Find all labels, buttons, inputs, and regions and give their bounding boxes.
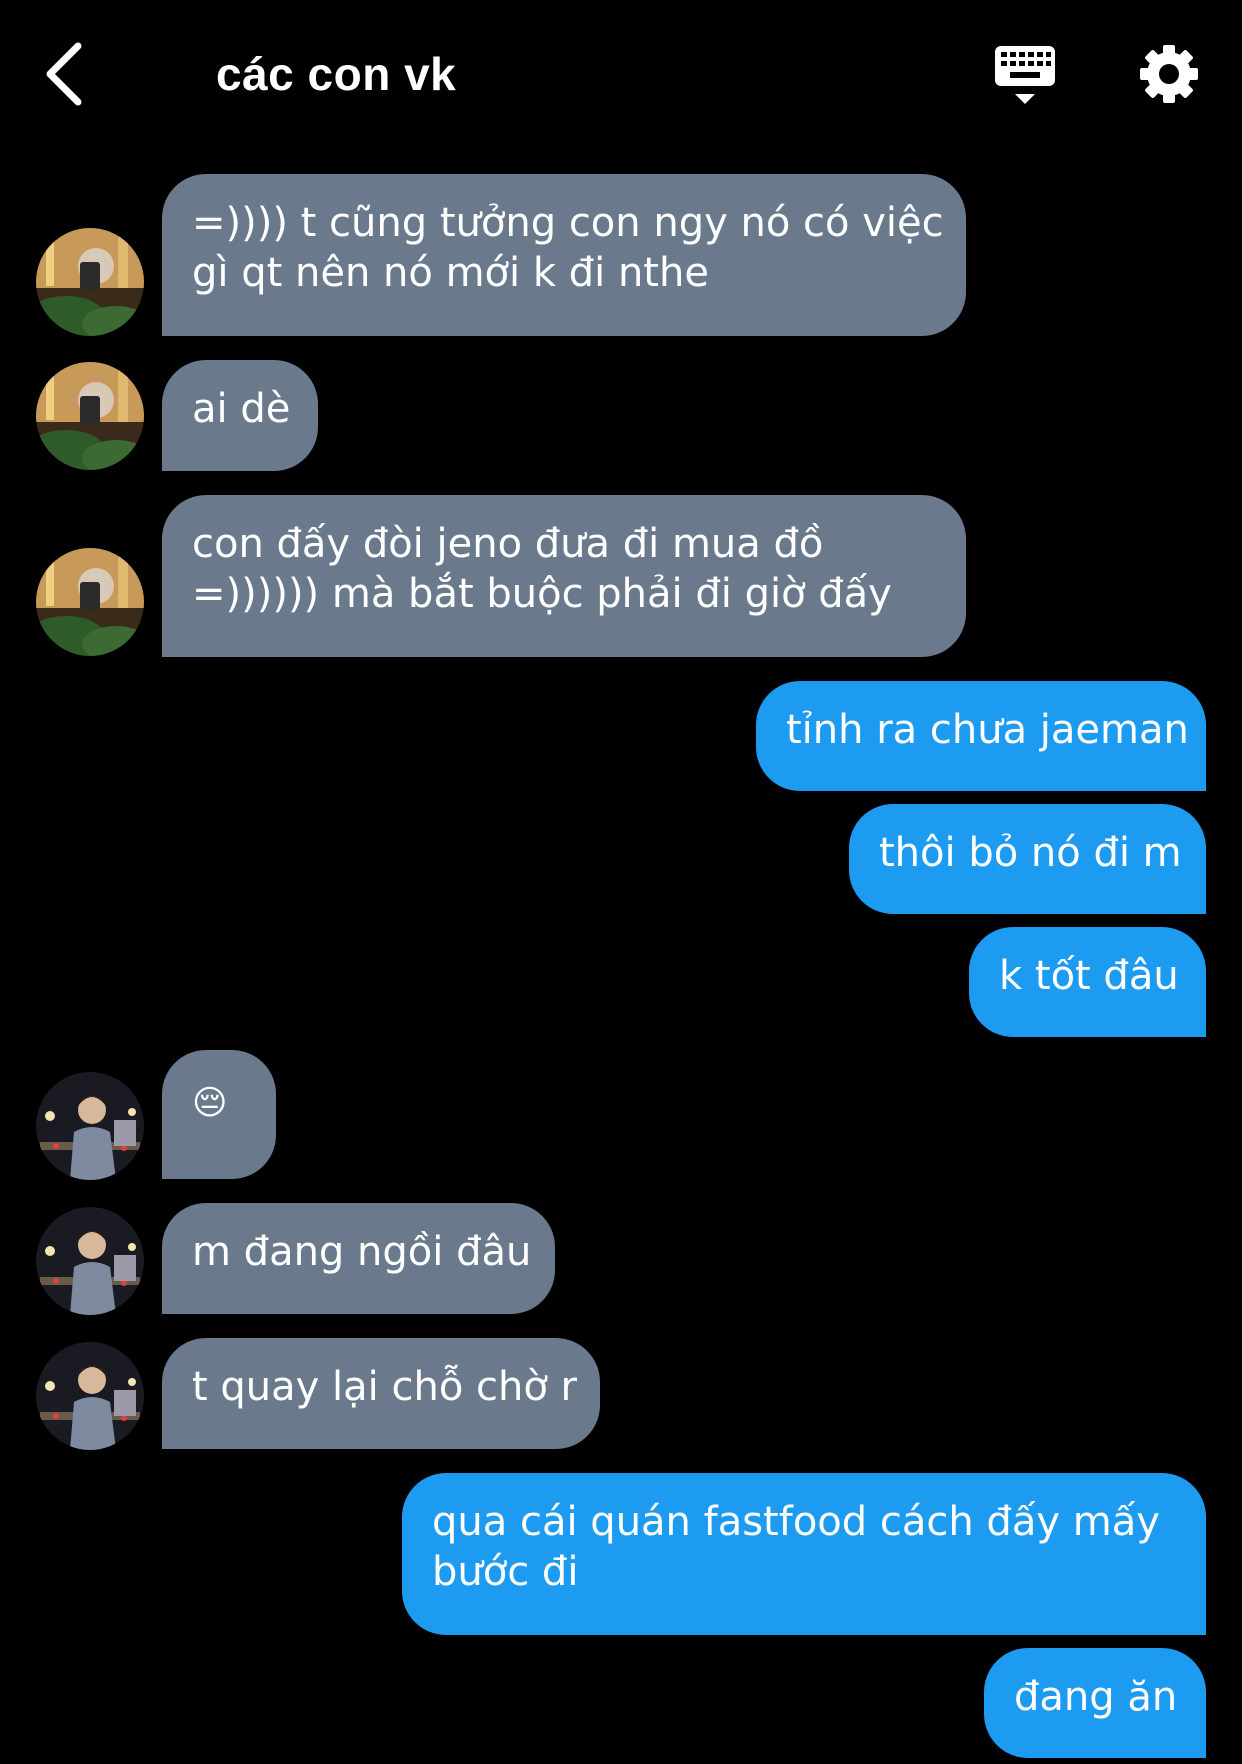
message-text: qua cái quán fastfood cách đấy mấy bbox=[432, 1499, 1160, 1545]
message-bubble-incoming[interactable]: 😔 bbox=[162, 1050, 276, 1179]
avatar-photo-b bbox=[36, 1072, 144, 1180]
keyboard-button[interactable] bbox=[992, 42, 1058, 110]
message-bubble-incoming[interactable]: t quay lại chỗ chờ r bbox=[162, 1338, 600, 1449]
message-bubble-incoming[interactable]: =)))) t cũng tưởng con ngy nó có việc gì… bbox=[162, 174, 966, 336]
message-bubble-incoming[interactable]: ai dè bbox=[162, 360, 318, 471]
chevron-left-icon bbox=[46, 42, 82, 106]
message-bubble-incoming[interactable]: con đấy đòi jeno đưa đi mua đồ =)))))) m… bbox=[162, 495, 966, 657]
avatar-photo-b bbox=[36, 1207, 144, 1315]
avatar[interactable] bbox=[36, 228, 144, 336]
avatar-photo-a bbox=[36, 548, 144, 656]
settings-button[interactable] bbox=[1138, 40, 1200, 108]
gear-icon bbox=[1140, 45, 1198, 103]
message-text: t quay lại chỗ chờ r bbox=[192, 1364, 577, 1410]
message-text: k tốt đâu bbox=[999, 953, 1179, 999]
avatar[interactable] bbox=[36, 1072, 144, 1180]
message-bubble-outgoing[interactable]: qua cái quán fastfood cách đấy mấy bước … bbox=[402, 1473, 1206, 1635]
message-text: ai dè bbox=[192, 386, 291, 432]
message-bubble-incoming[interactable]: m đang ngồi đâu bbox=[162, 1203, 555, 1314]
avatar[interactable] bbox=[36, 362, 144, 470]
message-text: con đấy đòi jeno đưa đi mua đồ bbox=[192, 521, 824, 567]
message-text: thôi bỏ nó đi m bbox=[879, 830, 1182, 876]
keyboard-icon bbox=[995, 46, 1055, 104]
message-bubble-outgoing[interactable]: thôi bỏ nó đi m bbox=[849, 804, 1206, 914]
message-text: đang ăn bbox=[1014, 1674, 1178, 1720]
back-button[interactable] bbox=[40, 38, 100, 110]
message-text: gì qt nên nó mới k đi nthe bbox=[192, 250, 709, 296]
avatar[interactable] bbox=[36, 1207, 144, 1315]
avatar-photo-a bbox=[36, 228, 144, 336]
message-text: bước đi bbox=[432, 1549, 579, 1595]
avatar[interactable] bbox=[36, 548, 144, 656]
message-text: m đang ngồi đâu bbox=[192, 1229, 532, 1275]
message-bubble-outgoing[interactable]: đang ăn bbox=[984, 1648, 1206, 1758]
message-text: =)))))) mà bắt buộc phải đi giờ đấy bbox=[192, 571, 892, 617]
message-bubble-outgoing[interactable]: k tốt đâu bbox=[969, 927, 1206, 1037]
conversation-title: các con vk bbox=[216, 48, 457, 100]
avatar-photo-b bbox=[36, 1342, 144, 1450]
avatar[interactable] bbox=[36, 1342, 144, 1450]
message-text: tỉnh ra chưa jaeman bbox=[786, 707, 1189, 753]
chat-header: các con vk bbox=[0, 0, 1242, 150]
message-text: =)))) t cũng tưởng con ngy nó có việc bbox=[192, 200, 944, 246]
message-text: 😔 bbox=[192, 1083, 228, 1123]
message-bubble-outgoing[interactable]: tỉnh ra chưa jaeman bbox=[756, 681, 1206, 791]
avatar-photo-a bbox=[36, 362, 144, 470]
